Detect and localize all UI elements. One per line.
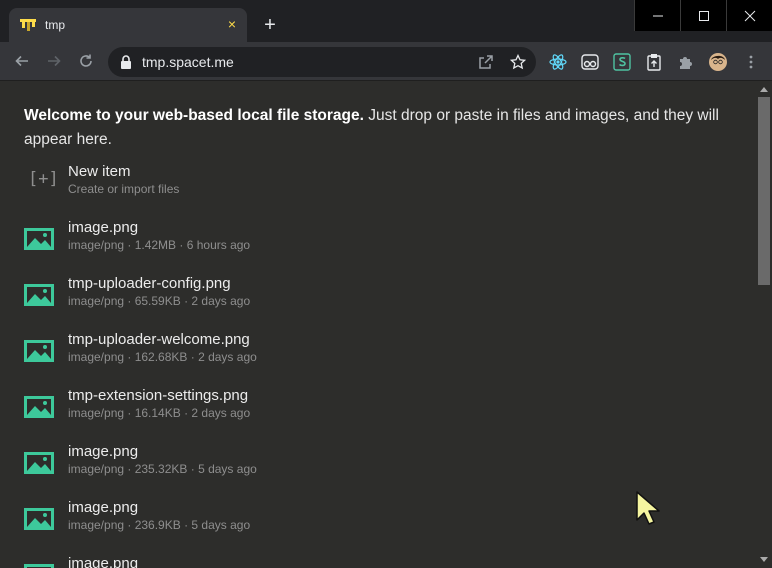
file-meta: image/png · 162.68KB · 2 days ago xyxy=(68,350,257,364)
new-item-label: New item xyxy=(68,163,131,180)
kebab-icon xyxy=(749,55,753,69)
vue-glasses-icon[interactable] xyxy=(579,51,601,73)
address-bar[interactable]: tmp.spacet.me xyxy=(108,47,536,77)
file-list-item[interactable]: tmp-extension-settings.png image/png · 16… xyxy=(24,387,624,427)
vertical-scrollbar[interactable] xyxy=(756,81,772,568)
new-tab-button[interactable]: + xyxy=(259,14,281,36)
window-controls xyxy=(634,0,772,31)
extensions-puzzle-icon xyxy=(680,57,692,69)
tab-title: tmp xyxy=(45,18,66,32)
mouse-cursor-icon xyxy=(636,491,660,525)
arrow-right-icon xyxy=(48,55,61,67)
add-icon: [+] xyxy=(28,169,59,189)
file-list-item[interactable]: tmp-uploader-welcome.png image/png · 162.… xyxy=(24,331,624,371)
scroll-down-arrow-icon[interactable] xyxy=(760,557,768,562)
browser-window: tmp × + tmp.spacet.me Welcome to your we… xyxy=(0,0,772,568)
file-list-item[interactable]: image.png image/png · 236.9KB · 5 days ag… xyxy=(24,499,624,539)
react-devtools-icon[interactable] xyxy=(547,51,569,73)
minimize-icon xyxy=(652,15,663,16)
welcome-message: Welcome to your web-based local file sto… xyxy=(24,104,724,152)
image-file-icon xyxy=(24,284,54,306)
scroll-up-arrow-icon[interactable] xyxy=(760,87,768,92)
file-name: tmp-extension-settings.png xyxy=(68,387,249,404)
file-meta: image/png · 65.59KB · 2 days ago xyxy=(68,294,251,308)
s-logo-icon xyxy=(613,53,631,71)
file-list-item[interactable]: tmp-uploader-config.png image/png · 65.59… xyxy=(24,275,624,315)
scroll-thumb[interactable] xyxy=(758,97,770,285)
lock-icon[interactable] xyxy=(120,55,132,69)
arrow-left-icon xyxy=(15,55,28,67)
image-file-icon xyxy=(24,564,54,568)
clipboard-icon[interactable] xyxy=(643,51,665,73)
back-button[interactable] xyxy=(11,50,33,72)
close-icon xyxy=(744,10,755,21)
welcome-bold: Welcome to your web-based local file sto… xyxy=(24,107,364,124)
glasses-icon xyxy=(581,54,599,70)
file-meta: image/png · 236.9KB · 5 days ago xyxy=(68,518,251,532)
clipboard-upload-icon xyxy=(647,54,661,71)
image-file-icon xyxy=(24,340,54,362)
react-logo-icon xyxy=(549,54,567,70)
tab-close-button[interactable]: × xyxy=(223,14,241,34)
file-list-item[interactable]: image.png image/png · 235.32KB · 5 days a… xyxy=(24,443,624,483)
new-item-button[interactable]: [+] New item Create or import files xyxy=(24,163,624,203)
star-icon[interactable] xyxy=(510,54,526,70)
s-extension-icon[interactable] xyxy=(611,51,633,73)
minimize-button[interactable] xyxy=(634,0,680,31)
title-bar: tmp × + xyxy=(0,0,772,42)
reload-button[interactable] xyxy=(75,50,97,72)
image-file-icon xyxy=(24,508,54,530)
image-file-icon xyxy=(24,396,54,418)
reload-icon xyxy=(80,54,92,67)
file-list-item[interactable]: image.png image/png · 1.42MB · 6 hours ag… xyxy=(24,219,624,259)
file-meta: image/png · 1.42MB · 6 hours ago xyxy=(68,238,251,252)
new-item-description: Create or import files xyxy=(68,182,180,196)
maximize-icon xyxy=(698,10,709,21)
close-window-button[interactable] xyxy=(726,0,772,31)
profile-avatar[interactable] xyxy=(707,51,729,73)
file-name: image.png xyxy=(68,499,139,516)
file-meta: image/png · 16.14KB · 2 days ago xyxy=(68,406,251,420)
file-name: tmp-uploader-welcome.png xyxy=(68,331,250,348)
browser-toolbar: tmp.spacet.me xyxy=(0,42,772,81)
avatar-icon xyxy=(709,53,727,71)
maximize-button[interactable] xyxy=(680,0,726,31)
tmp-favicon-icon xyxy=(20,19,36,31)
file-list-item[interactable]: image.png xyxy=(24,555,624,568)
open-external-icon[interactable] xyxy=(478,54,494,70)
file-name: image.png xyxy=(68,443,139,460)
forward-button[interactable] xyxy=(43,50,65,72)
image-file-icon xyxy=(24,452,54,474)
more-menu-icon[interactable] xyxy=(740,51,762,73)
file-name: image.png xyxy=(68,555,139,568)
tab-tmp[interactable]: tmp × xyxy=(9,8,247,42)
image-file-icon xyxy=(24,228,54,250)
file-name: image.png xyxy=(68,219,139,236)
file-name: tmp-uploader-config.png xyxy=(68,275,231,292)
url-text[interactable]: tmp.spacet.me xyxy=(142,54,234,70)
file-meta: image/png · 235.32KB · 5 days ago xyxy=(68,462,257,476)
puzzle-icon[interactable] xyxy=(675,51,697,73)
